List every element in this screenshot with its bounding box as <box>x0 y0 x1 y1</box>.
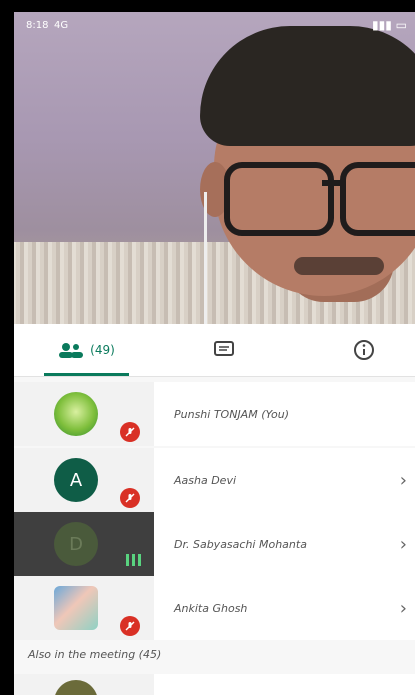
meeting-screen: 8:18 4G ▮▮▮ ▭ (49) Punshi TONJAM (You) A… <box>14 12 415 695</box>
participant-tile <box>14 576 154 640</box>
participant-row[interactable]: Ankita Ghosh › <box>14 576 415 640</box>
also-in-meeting-header: Also in the meeting (45) <box>28 648 162 661</box>
participant-row[interactable]: A Aasha Devi › <box>14 448 415 512</box>
chevron-right-icon[interactable]: › <box>400 576 407 640</box>
glasses-left-lens <box>224 162 334 236</box>
speaking-indicator-icon <box>126 554 141 566</box>
participant-tile: D <box>14 512 154 576</box>
tab-people[interactable]: (49) <box>44 324 129 376</box>
glasses-bridge <box>322 180 340 186</box>
participant-name: Aasha Devi <box>174 473 237 487</box>
participant-avatar-logo <box>54 392 98 436</box>
participant-row[interactable]: Punshi TONJAM (You) <box>14 382 415 446</box>
participant-avatar: D <box>54 522 98 566</box>
chat-icon <box>214 341 234 356</box>
battery-icon: ▭ <box>395 18 407 32</box>
participant-avatar-photo <box>54 586 98 630</box>
mic-muted-icon <box>120 422 140 442</box>
participant-row[interactable]: D Dr. Sabyasachi Mohanta › <box>14 512 415 576</box>
participant-row[interactable] <box>14 674 415 695</box>
participant-name: Dr. Sabyasachi Mohanta <box>174 537 307 551</box>
signal-icon: ▮▮▮ <box>372 18 392 32</box>
tab-info[interactable] <box>344 324 384 376</box>
participant-name: Punshi TONJAM (You) <box>174 407 289 421</box>
tab-bar: (49) <box>14 324 415 377</box>
mic-muted-icon <box>120 616 140 636</box>
status-icons: ▮▮▮ ▭ <box>372 18 407 32</box>
participant-tile <box>14 382 154 446</box>
glasses-right-lens <box>340 162 415 236</box>
participant-tile <box>14 674 154 695</box>
tab-chat[interactable] <box>204 324 244 376</box>
speaker-video[interactable]: 8:18 4G ▮▮▮ ▭ <box>14 12 415 324</box>
status-time: 8:18 <box>26 20 49 31</box>
chevron-right-icon[interactable]: › <box>400 448 407 512</box>
chevron-right-icon[interactable]: › <box>400 512 407 576</box>
participant-tile: A <box>14 448 154 512</box>
people-icon <box>59 343 84 358</box>
participant-avatar <box>54 680 98 695</box>
info-icon <box>354 340 374 360</box>
speaker-mustache <box>294 257 384 275</box>
participant-name: Ankita Ghosh <box>174 601 248 615</box>
participant-avatar: A <box>54 458 98 502</box>
speaker-hair <box>200 26 415 146</box>
people-count: (49) <box>90 343 115 357</box>
network-label: 4G <box>54 20 69 31</box>
active-tab-indicator <box>44 373 129 376</box>
mic-muted-icon <box>120 488 140 508</box>
earphone-wire <box>204 192 215 324</box>
